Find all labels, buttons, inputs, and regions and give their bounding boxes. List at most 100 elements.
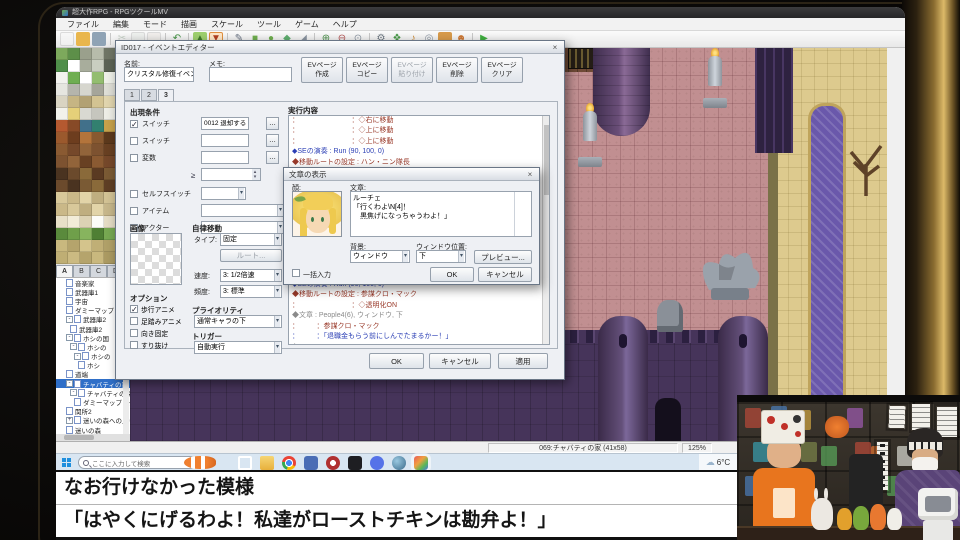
palette-tile[interactable] — [68, 96, 80, 108]
option-checkbox[interactable] — [130, 328, 138, 337]
palette-tile[interactable] — [68, 252, 80, 264]
condition-value[interactable] — [201, 187, 246, 200]
palette-tile[interactable] — [92, 108, 104, 120]
palette-tile[interactable] — [68, 84, 80, 96]
event-command-line[interactable]: ◆SEの演奏 : Run (90, 100, 0) — [289, 147, 549, 157]
palette-tile[interactable] — [80, 240, 92, 252]
event-command-line[interactable]: ： ：「退職金もらう前にしんでたまるかー！」 — [289, 332, 549, 342]
event-command-line[interactable]: ◆ — [289, 342, 549, 344]
event-page-tab-1[interactable]: 1 — [124, 89, 140, 101]
palette-tile[interactable] — [68, 156, 80, 168]
palette-tile[interactable] — [68, 120, 80, 132]
palette-tile[interactable] — [56, 192, 68, 204]
tree-expander-icon[interactable]: - — [74, 352, 81, 360]
palette-tile[interactable] — [92, 240, 104, 252]
event-memo-input[interactable] — [209, 67, 292, 82]
event-command-line[interactable]: ◆移動ルートの設定 : 参謀クロ・マック — [289, 290, 549, 300]
option-checkbox[interactable] — [130, 316, 138, 325]
palette-tile[interactable] — [92, 84, 104, 96]
tileset-tab-C[interactable]: C — [90, 265, 107, 277]
palette-tile[interactable] — [56, 72, 68, 84]
palette-tile[interactable] — [92, 192, 104, 204]
palette-tile[interactable] — [56, 228, 68, 240]
palette-tile[interactable] — [68, 168, 80, 180]
video-app-icon[interactable] — [348, 455, 362, 470]
menu-item[interactable]: ツール — [250, 18, 288, 31]
preview-button[interactable]: プレビュー... — [474, 250, 532, 264]
palette-tile[interactable] — [92, 132, 104, 144]
menu-item[interactable]: スケール — [204, 18, 250, 31]
ev-page-copy-button[interactable]: EVページ コピー — [346, 57, 388, 83]
menu-item[interactable]: 編集 — [106, 18, 136, 31]
event-page-tab-2[interactable]: 2 — [141, 89, 157, 101]
taskbar-search[interactable]: ここに入力して検索 — [78, 456, 196, 469]
browse-button[interactable]: … — [266, 151, 279, 164]
event-command-line[interactable]: ◆文章 : People4(6), ウィンドウ, 下 — [289, 311, 549, 321]
palette-tile[interactable] — [80, 60, 92, 72]
variable-value-spinner[interactable] — [201, 168, 261, 181]
taskbar-weather[interactable]: ☁ 6°C — [699, 454, 737, 471]
palette-tile[interactable] — [80, 252, 92, 264]
palette-tile[interactable] — [92, 168, 104, 180]
palette-tile[interactable] — [56, 204, 68, 216]
tree-expander-icon[interactable]: - — [70, 343, 77, 351]
palette-tile[interactable] — [56, 60, 68, 72]
open-folder-icon[interactable] — [76, 32, 90, 46]
palette-tile[interactable] — [80, 180, 92, 192]
palette-tile[interactable] — [92, 60, 104, 72]
condition-checkbox[interactable] — [130, 153, 138, 162]
map-tree-hscrollbar[interactable] — [56, 434, 130, 441]
move-type-select[interactable]: 固定 — [220, 233, 282, 246]
palette-tile[interactable] — [92, 144, 104, 156]
rpg-maker-icon[interactable] — [411, 452, 431, 473]
palette-tile[interactable] — [80, 192, 92, 204]
palette-tile[interactable] — [92, 96, 104, 108]
close-icon[interactable]: × — [548, 42, 562, 53]
palette-tile[interactable] — [92, 204, 104, 216]
palette-tile[interactable] — [56, 216, 68, 228]
tree-expander-icon[interactable]: + — [66, 416, 73, 424]
browse-button[interactable]: … — [266, 134, 279, 147]
close-icon[interactable]: × — [523, 169, 537, 180]
message-text-input[interactable]: ルーチェ 「行くわよ\N[4]！ 黒焦げになっちゃうわよ！」 — [350, 191, 532, 237]
palette-tile[interactable] — [92, 48, 104, 60]
condition-value[interactable] — [201, 134, 249, 147]
palette-tile[interactable] — [56, 96, 68, 108]
save-icon[interactable] — [92, 32, 106, 46]
ok-button[interactable]: OK — [430, 267, 474, 282]
event-command-line[interactable]: ： ：◇透明化ON — [289, 301, 549, 311]
palette-tile[interactable] — [92, 120, 104, 132]
menu-item[interactable]: 描画 — [174, 18, 204, 31]
palette-tile[interactable] — [56, 252, 68, 264]
event-name-input[interactable]: クリスタル修復イベント — [124, 67, 194, 82]
palette-tile[interactable] — [80, 108, 92, 120]
cancel-button[interactable]: キャンセル — [478, 267, 532, 282]
palette-tile[interactable] — [56, 120, 68, 132]
face-image[interactable] — [292, 191, 342, 237]
palette-tile[interactable] — [56, 132, 68, 144]
palette-tile[interactable] — [56, 48, 68, 60]
window-position-select[interactable]: 下 — [416, 250, 466, 263]
palette-tile[interactable] — [68, 216, 80, 228]
palette-tile[interactable] — [68, 192, 80, 204]
palette-tile[interactable] — [56, 108, 68, 120]
task-view-icon[interactable] — [238, 455, 252, 470]
tileset-tab-A[interactable]: A — [56, 265, 73, 277]
palette-tile[interactable] — [56, 84, 68, 96]
condition-checkbox[interactable] — [130, 206, 138, 215]
tree-expander-icon[interactable]: - — [66, 380, 73, 388]
palette-tile[interactable] — [56, 180, 68, 192]
map-tree-item[interactable]: ダミーマップ（クリスタル復活 — [56, 397, 130, 407]
map-tree-item[interactable]: 迷いの森 — [56, 425, 130, 434]
event-image-box[interactable] — [130, 233, 182, 285]
ev-page-paste-button[interactable]: EVページ 貼り付け — [391, 57, 433, 83]
palette-tile[interactable] — [56, 156, 68, 168]
batch-entry-checkbox[interactable] — [292, 269, 300, 277]
chrome-icon[interactable] — [282, 455, 296, 470]
cancel-button[interactable]: キャンセル — [429, 353, 491, 369]
palette-tile[interactable] — [68, 60, 80, 72]
menu-item[interactable]: ヘルプ — [326, 18, 364, 31]
file-explorer-icon[interactable] — [260, 455, 274, 470]
palette-tile[interactable] — [92, 72, 104, 84]
menu-item[interactable]: ゲーム — [288, 18, 326, 31]
